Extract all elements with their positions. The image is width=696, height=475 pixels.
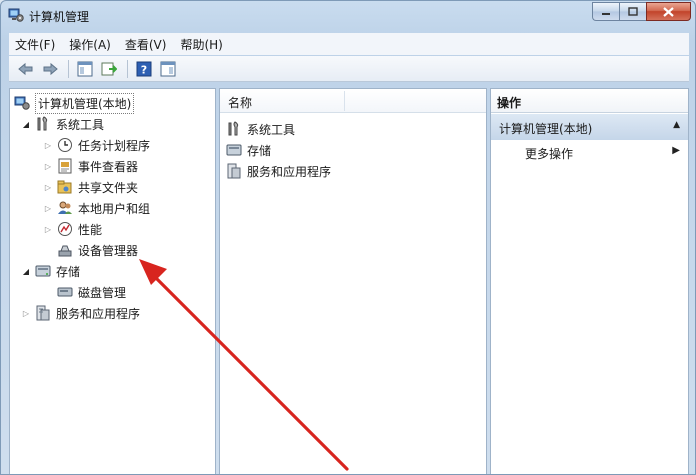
- list-item[interactable]: 系统工具: [226, 119, 295, 139]
- console-tree-pane: 计算机管理(本地) ◢ 系统工具 ▷ 任务计划程序 ▷ 事件查看器 ▷ 共享文件…: [9, 88, 216, 474]
- menu-help[interactable]: 帮助(H): [180, 36, 222, 53]
- properties-icon: [160, 61, 176, 76]
- storage-icon: [226, 144, 242, 156]
- computer-management-icon: [8, 8, 24, 22]
- menu-bar: 文件(F) 操作(A) 查看(V) 帮助(H): [9, 33, 689, 55]
- clock-icon: [58, 138, 72, 152]
- submenu-arrow-icon: ▶: [672, 145, 680, 156]
- column-header-name[interactable]: 名称: [220, 89, 486, 113]
- menu-view[interactable]: 查看(V): [125, 36, 167, 53]
- column-divider[interactable]: [344, 91, 345, 111]
- toolbar-separator: [127, 59, 128, 78]
- tree-label: 本地用户和组: [78, 201, 151, 216]
- users-icon: [58, 201, 72, 214]
- tree-label: 系统工具: [56, 117, 105, 132]
- menu-action[interactable]: 操作(A): [69, 36, 111, 53]
- tree-label: 存储: [56, 264, 81, 279]
- actions-header: 操作: [491, 89, 688, 113]
- collapsed-triangle-icon[interactable]: ▷: [42, 141, 54, 150]
- tree-root-label: 计算机管理(本地): [35, 92, 135, 114]
- forward-arrow-icon: [43, 62, 58, 75]
- services-icon: [227, 163, 241, 179]
- tree-label: 事件查看器: [78, 159, 139, 174]
- tree-node-root[interactable]: 计算机管理(本地): [14, 92, 135, 114]
- list-item-label: 系统工具: [247, 122, 296, 137]
- collapse-up-icon[interactable]: ▲: [673, 120, 680, 130]
- tree-node-task-scheduler[interactable]: ▷ 任务计划程序: [42, 135, 150, 155]
- toolbar: ?: [9, 56, 689, 82]
- results-pane: 名称 系统工具 存储 服务和应用程序: [219, 88, 487, 474]
- event-viewer-icon: [58, 158, 72, 174]
- list-item[interactable]: 服务和应用程序: [226, 161, 331, 181]
- list-item-label: 服务和应用程序: [247, 164, 332, 179]
- tree-label: 设备管理器: [78, 243, 139, 258]
- actions-section-computer-management[interactable]: 计算机管理(本地) ▲: [491, 114, 688, 140]
- device-manager-icon: [58, 245, 72, 257]
- tree-node-storage[interactable]: ◢ 存储: [20, 261, 80, 281]
- show-hide-tree-icon: [77, 61, 93, 76]
- minimize-icon: [602, 12, 610, 15]
- window-controls: [592, 2, 691, 22]
- expanded-triangle-icon[interactable]: ◢: [20, 267, 32, 276]
- tree-node-system-tools[interactable]: ◢ 系统工具: [20, 114, 104, 134]
- tree-node-shared-folders[interactable]: ▷ 共享文件夹: [42, 177, 138, 197]
- close-button[interactable]: [646, 2, 691, 21]
- tree-node-local-users[interactable]: ▷ 本地用户和组: [42, 198, 150, 218]
- menu-file[interactable]: 文件(F): [15, 36, 55, 53]
- tree-node-event-viewer[interactable]: ▷ 事件查看器: [42, 156, 138, 176]
- export-list-icon: [101, 62, 117, 75]
- collapsed-triangle-icon[interactable]: ▷: [42, 162, 54, 171]
- properties-button[interactable]: [157, 59, 179, 79]
- tree-node-disk-management[interactable]: 磁盘管理: [57, 282, 126, 302]
- computer-management-window: 计算机管理 文件(F) 操作(A) 查看(V) 帮助(H) ? 计算机管理(本地…: [0, 0, 696, 475]
- tree-label: 磁盘管理: [78, 285, 127, 300]
- collapsed-triangle-icon[interactable]: ▷: [42, 183, 54, 192]
- list-item-label: 存储: [247, 143, 272, 158]
- services-icon: [36, 305, 50, 321]
- title-bar[interactable]: 计算机管理: [1, 1, 695, 31]
- tree-label: 任务计划程序: [78, 138, 151, 153]
- tree-node-performance[interactable]: ▷ 性能: [42, 219, 102, 239]
- maximize-icon: [628, 7, 638, 16]
- export-list-button[interactable]: [98, 59, 120, 79]
- tree-label: 性能: [78, 222, 103, 237]
- help-button[interactable]: ?: [133, 59, 155, 79]
- disk-management-icon: [57, 287, 73, 297]
- tools-icon: [37, 116, 48, 131]
- column-header-label: 名称: [228, 96, 253, 110]
- expanded-triangle-icon[interactable]: ◢: [20, 120, 32, 129]
- actions-pane: 操作 计算机管理(本地) ▲ 更多操作 ▶: [490, 88, 689, 474]
- collapsed-triangle-icon[interactable]: ▷: [20, 309, 32, 318]
- more-actions-link[interactable]: 更多操作: [525, 145, 573, 162]
- actions-section-label: 计算机管理(本地): [499, 122, 593, 136]
- storage-icon: [35, 265, 51, 277]
- back-arrow-icon: [18, 62, 33, 75]
- help-icon: ?: [136, 61, 152, 76]
- svg-text:?: ?: [141, 63, 147, 76]
- window-title: 计算机管理: [29, 10, 90, 24]
- computer-management-icon: [14, 96, 30, 110]
- tree-node-services-apps[interactable]: ▷ 服务和应用程序: [20, 303, 140, 323]
- forward-button[interactable]: [39, 59, 61, 79]
- list-item[interactable]: 存储: [226, 140, 271, 160]
- performance-icon: [58, 222, 72, 236]
- show-hide-tree-button[interactable]: [74, 59, 96, 79]
- tree-node-device-manager[interactable]: 设备管理器: [57, 240, 138, 260]
- close-icon: [663, 6, 674, 17]
- shared-folder-icon: [57, 180, 72, 194]
- minimize-button[interactable]: [592, 2, 619, 21]
- tree-label: 共享文件夹: [78, 180, 139, 195]
- maximize-button[interactable]: [619, 2, 646, 21]
- collapsed-triangle-icon[interactable]: ▷: [42, 225, 54, 234]
- back-button[interactable]: [15, 59, 37, 79]
- collapsed-triangle-icon[interactable]: ▷: [42, 204, 54, 213]
- tree-label: 服务和应用程序: [56, 306, 141, 321]
- tools-icon: [228, 121, 239, 136]
- toolbar-separator: [68, 59, 69, 78]
